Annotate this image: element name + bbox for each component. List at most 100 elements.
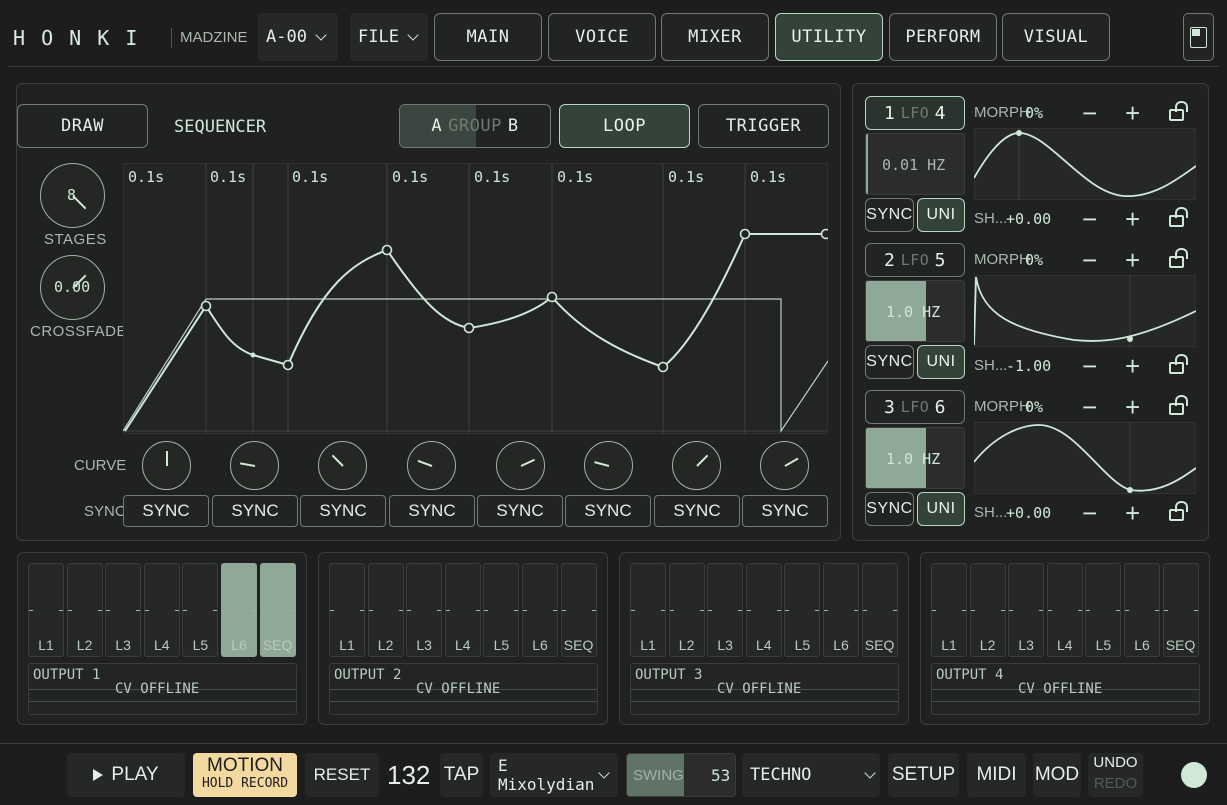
output-4-lane-seq[interactable]: SEQ xyxy=(1162,563,1199,657)
tap-button[interactable]: TAP xyxy=(440,753,483,797)
preset-dropdown[interactable]: A-00 xyxy=(258,13,338,61)
bpm-value[interactable]: 132 xyxy=(387,760,430,791)
output-1-lane-l2[interactable]: L2 xyxy=(66,563,103,657)
lfo-1-morph-minus[interactable]: − xyxy=(1082,98,1097,129)
curve-knob-8[interactable] xyxy=(760,441,809,490)
group-toggle[interactable]: A GROUP B xyxy=(399,104,551,148)
output-3-lane-l4[interactable]: L4 xyxy=(745,563,782,657)
output-1-lane-l5[interactable]: L5 xyxy=(182,563,219,657)
tab-utility[interactable]: UTILITY xyxy=(775,13,883,61)
lfo-3-shape-minus[interactable]: − xyxy=(1082,498,1097,529)
lfo-1-selector[interactable]: 1 LFO 4 xyxy=(865,96,965,130)
stage-sync-button-4[interactable]: SYNC xyxy=(389,495,475,527)
redo-button[interactable]: REDO xyxy=(1088,775,1143,792)
lfo-2-shape-plus[interactable]: + xyxy=(1125,351,1140,382)
genre-dropdown[interactable]: TECHNO xyxy=(742,753,880,797)
tab-main[interactable]: MAIN xyxy=(434,13,542,61)
curve-knob-7[interactable] xyxy=(672,441,721,490)
draw-button[interactable]: DRAW xyxy=(17,104,148,148)
output-3-lane-l5[interactable]: L5 xyxy=(784,563,821,657)
lfo-3-selector[interactable]: 3 LFO 6 xyxy=(865,390,965,424)
curve-knob-3[interactable] xyxy=(318,441,367,490)
lfo-1-shape-minus[interactable]: − xyxy=(1082,204,1097,235)
file-menu[interactable]: FILE xyxy=(350,13,428,61)
output-3-lane-l1[interactable]: L1 xyxy=(630,563,666,657)
output-2-lane-seq[interactable]: SEQ xyxy=(560,563,597,657)
lfo-3-rate-slider[interactable]: 1.0 HZ xyxy=(865,427,965,489)
window-toggle-button[interactable] xyxy=(1183,13,1214,61)
output-2-lane-l3[interactable]: L3 xyxy=(406,563,443,657)
lfo-2-shape-lock-icon[interactable] xyxy=(1169,354,1188,374)
tab-perform[interactable]: PERFORM xyxy=(889,13,997,61)
scale-dropdown[interactable]: E Mixolydian xyxy=(490,753,618,797)
lfo-1-morph-lock-icon[interactable] xyxy=(1169,101,1188,121)
output-4-lane-l3[interactable]: L3 xyxy=(1008,563,1045,657)
lfo-2-shape-minus[interactable]: − xyxy=(1082,351,1097,382)
trigger-button[interactable]: TRIGGER xyxy=(698,104,829,148)
crossfade-knob[interactable]: 0.00 xyxy=(40,255,105,320)
lfo-1-uni-button[interactable]: UNI xyxy=(917,198,965,232)
stage-sync-button-2[interactable]: SYNC xyxy=(212,495,298,527)
lfo-3-morph-lock-icon[interactable] xyxy=(1169,395,1188,415)
lfo-3-morph-minus[interactable]: − xyxy=(1082,392,1097,423)
mod-button[interactable]: MOD xyxy=(1033,753,1081,797)
output-3-lane-l6[interactable]: L6 xyxy=(823,563,859,657)
lfo-1-sync-button[interactable]: SYNC xyxy=(865,198,914,232)
undo-button[interactable]: UNDO xyxy=(1088,754,1143,771)
lfo-2-uni-button[interactable]: UNI xyxy=(917,345,965,379)
lfo-3-morph-plus[interactable]: + xyxy=(1125,392,1140,423)
tab-mixer[interactable]: MIXER xyxy=(661,13,769,61)
output-4-lane-l6[interactable]: L6 xyxy=(1124,563,1160,657)
output-4-lane-l5[interactable]: L5 xyxy=(1085,563,1122,657)
lfo-2-morph-plus[interactable]: + xyxy=(1125,245,1140,276)
sequencer-graph[interactable] xyxy=(123,163,828,434)
stage-sync-button-3[interactable]: SYNC xyxy=(300,495,386,527)
lfo-3-shape-lock-icon[interactable] xyxy=(1169,501,1188,521)
curve-knob-5[interactable] xyxy=(496,441,545,490)
lfo-1-shape-lock-icon[interactable] xyxy=(1169,207,1188,227)
output-4-lane-l1[interactable]: L1 xyxy=(931,563,967,657)
output-2-lane-l2[interactable]: L2 xyxy=(367,563,404,657)
output-3-lane-seq[interactable]: SEQ xyxy=(861,563,898,657)
output-2-lane-l1[interactable]: L1 xyxy=(329,563,365,657)
stage-sync-button-5[interactable]: SYNC xyxy=(477,495,563,527)
stage-sync-button-7[interactable]: SYNC xyxy=(654,495,740,527)
lfo-2-morph-lock-icon[interactable] xyxy=(1169,248,1188,268)
lfo-2-morph-minus[interactable]: − xyxy=(1082,245,1097,276)
reset-button[interactable]: RESET xyxy=(305,753,379,797)
stage-sync-button-1[interactable]: SYNC xyxy=(123,495,209,527)
lfo-3-uni-button[interactable]: UNI xyxy=(917,492,965,526)
lfo-1-morph-plus[interactable]: + xyxy=(1125,98,1140,129)
curve-knob-6[interactable] xyxy=(584,441,633,490)
lfo-3-shape-plus[interactable]: + xyxy=(1125,498,1140,529)
lfo-1-shape-plus[interactable]: + xyxy=(1125,204,1140,235)
output-2-lane-l5[interactable]: L5 xyxy=(483,563,520,657)
output-3-lane-l2[interactable]: L2 xyxy=(668,563,705,657)
output-1-lane-l6[interactable]: L6 xyxy=(221,563,257,657)
setup-button[interactable]: SETUP xyxy=(888,753,959,797)
curve-knob-1[interactable] xyxy=(142,441,191,490)
play-button[interactable]: PLAY xyxy=(67,753,185,797)
output-1-lane-l3[interactable]: L3 xyxy=(105,563,142,657)
lfo-2-selector[interactable]: 2 LFO 5 xyxy=(865,243,965,277)
lfo-3-sync-button[interactable]: SYNC xyxy=(865,492,914,526)
output-2-lane-l6[interactable]: L6 xyxy=(522,563,558,657)
lfo-1-rate-slider[interactable]: 0.01 HZ xyxy=(865,133,965,195)
output-1-lane-l4[interactable]: L4 xyxy=(143,563,180,657)
output-1-lane-seq[interactable]: SEQ xyxy=(259,563,296,657)
curve-knob-2[interactable] xyxy=(230,441,279,490)
stages-knob[interactable]: 8 xyxy=(40,163,105,228)
motion-button[interactable]: MOTION HOLD RECORD xyxy=(193,753,297,797)
output-1-lane-l1[interactable]: L1 xyxy=(28,563,64,657)
curve-knob-4[interactable] xyxy=(407,441,456,490)
swing-slider[interactable]: SWING 53 xyxy=(626,753,736,797)
output-4-lane-l2[interactable]: L2 xyxy=(969,563,1006,657)
output-2-lane-l4[interactable]: L4 xyxy=(444,563,481,657)
loop-button[interactable]: LOOP xyxy=(559,104,690,148)
midi-button[interactable]: MIDI xyxy=(967,753,1026,797)
output-3-lane-l3[interactable]: L3 xyxy=(707,563,744,657)
tab-voice[interactable]: VOICE xyxy=(548,13,656,61)
lfo-2-sync-button[interactable]: SYNC xyxy=(865,345,914,379)
output-4-lane-l4[interactable]: L4 xyxy=(1046,563,1083,657)
stage-sync-button-6[interactable]: SYNC xyxy=(565,495,651,527)
